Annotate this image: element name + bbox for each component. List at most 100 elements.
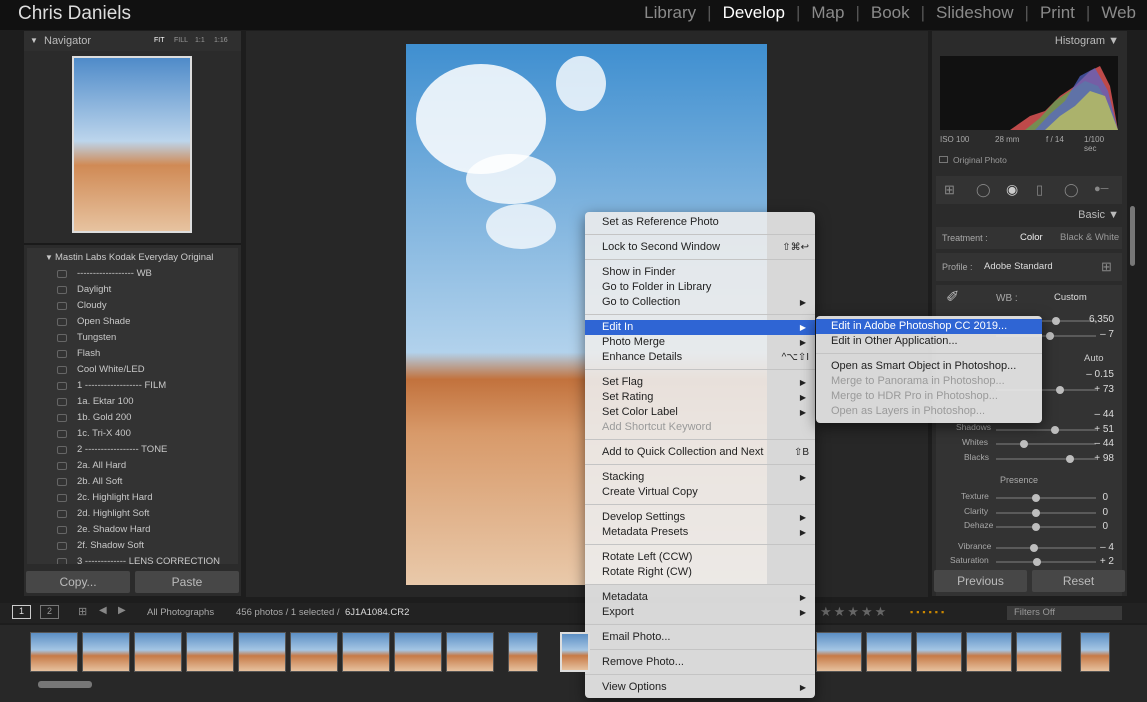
saturation-value[interactable]: + 2 (1100, 556, 1114, 567)
context-menu-item[interactable]: Export ▶ (585, 605, 815, 620)
blacks-slider[interactable] (996, 455, 1096, 463)
preset-item[interactable]: 1b. Gold 200 (77, 412, 131, 423)
preset-item[interactable]: 2c. Highlight Hard (77, 492, 153, 503)
submenu-item[interactable]: Edit in Adobe Photoshop CC 2019... (816, 319, 1042, 334)
clarity-value[interactable]: 0 (1102, 507, 1108, 518)
whites-value[interactable]: – 44 (1095, 438, 1114, 449)
filmstrip-thumbnail[interactable] (816, 632, 862, 672)
contrast-value[interactable]: + 73 (1094, 384, 1114, 395)
temp-value[interactable]: 6,350 (1089, 314, 1114, 325)
context-menu-item[interactable]: Enhance Details ^⌥⇧I (585, 350, 815, 365)
preset-item[interactable]: Cloudy (77, 300, 107, 311)
dehaze-slider[interactable] (996, 523, 1096, 531)
exposure-value[interactable]: – 0.15 (1086, 369, 1114, 380)
preset-item[interactable]: 3 ------------- LENS CORRECTION (77, 556, 220, 564)
preset-item[interactable]: 2a. All Hard (77, 460, 126, 471)
context-menu-item[interactable]: Go to Folder in Library (585, 280, 815, 295)
module-map[interactable]: Map (800, 3, 855, 23)
context-menu-item[interactable]: Set Flag ▶ (585, 375, 815, 390)
preset-eye-icon[interactable] (57, 478, 67, 486)
preset-item[interactable]: Cool White/LED (77, 364, 145, 375)
filter-dropdown[interactable]: Filters Off (1007, 606, 1122, 620)
zoom-1-16[interactable]: 1:16 (214, 37, 228, 44)
context-menu-item[interactable]: Create Virtual Copy (585, 485, 815, 500)
module-develop[interactable]: Develop (712, 3, 796, 23)
filmstrip-scrollbar[interactable] (38, 681, 92, 688)
collapse-triangle-icon[interactable]: ▼ (30, 36, 38, 45)
navigator-preview[interactable] (72, 56, 192, 233)
context-menu-item[interactable]: Lock to Second Window ⇧⌘↩ (585, 240, 815, 255)
filmstrip-thumbnail[interactable] (1080, 632, 1110, 672)
preset-item[interactable]: Open Shade (77, 316, 130, 327)
previous-button[interactable]: Previous (934, 570, 1027, 592)
preset-eye-icon[interactable] (57, 350, 67, 358)
forward-arrow-icon[interactable]: ▶ (118, 605, 126, 616)
graduated-filter-icon[interactable]: ▯ (1036, 182, 1043, 198)
preset-item[interactable]: ------------------ WB (77, 268, 152, 279)
context-menu-item[interactable]: Set Color Label ▶ (585, 405, 815, 420)
zoom-1-1[interactable]: 1:1 (195, 37, 205, 44)
filmstrip-thumbnail[interactable] (446, 632, 494, 672)
preset-item[interactable]: 2b. All Soft (77, 476, 122, 487)
treatment-color[interactable]: Color (1020, 232, 1043, 243)
filmstrip-thumbnail[interactable] (966, 632, 1012, 672)
grid-view-icon[interactable]: ⊞ (78, 605, 87, 618)
highlights-value[interactable]: – 44 (1095, 409, 1114, 420)
context-menu-item[interactable]: Go to Collection ▶ (585, 295, 815, 310)
preset-eye-icon[interactable] (57, 430, 67, 438)
vibrance-slider[interactable] (996, 544, 1096, 552)
crop-tool-icon[interactable]: ⊞ (944, 182, 955, 198)
context-menu-item[interactable]: Set Rating ▶ (585, 390, 815, 405)
filmstrip-filename[interactable]: 6J1A1084.CR2 (345, 607, 409, 618)
preset-eye-icon[interactable] (57, 414, 67, 422)
original-photo-checkbox[interactable] (939, 156, 948, 163)
context-menu-item[interactable]: Develop Settings ▶ (585, 510, 815, 525)
profile-browser-icon[interactable]: ⊞ (1101, 259, 1112, 275)
red-eye-icon[interactable]: ◉ (1006, 181, 1018, 198)
profile-dropdown[interactable]: Adobe Standard (984, 261, 1053, 272)
preset-eye-icon[interactable] (57, 270, 67, 278)
auto-tone-button[interactable]: Auto (1084, 353, 1104, 364)
preset-eye-icon[interactable] (57, 446, 67, 454)
spot-removal-icon[interactable]: ◯ (976, 182, 991, 198)
preset-eye-icon[interactable] (57, 334, 67, 342)
preset-group-title[interactable]: Mastin Labs Kodak Everyday Original (55, 252, 213, 263)
preset-eye-icon[interactable] (57, 382, 67, 390)
saturation-slider[interactable] (996, 558, 1096, 566)
basic-header[interactable]: Basic ▼ (1078, 209, 1119, 221)
right-panel-scrollbar[interactable] (1130, 206, 1135, 266)
preset-eye-icon[interactable] (57, 318, 67, 326)
histogram-header[interactable]: Histogram ▼ (1055, 35, 1119, 47)
filmstrip-thumbnail[interactable] (186, 632, 234, 672)
filmstrip-thumbnail[interactable] (560, 632, 590, 672)
preset-item[interactable]: Tungsten (77, 332, 116, 343)
filmstrip-thumbnail[interactable] (134, 632, 182, 672)
context-menu-item[interactable]: View Options ▶ (585, 680, 815, 695)
context-menu-item[interactable]: Rotate Right (CW) (585, 565, 815, 580)
tint-value[interactable]: – 7 (1100, 329, 1114, 340)
module-library[interactable]: Library (633, 3, 707, 23)
copy-button[interactable]: Copy... (26, 571, 130, 593)
submenu-item[interactable]: Edit in Other Application... (816, 334, 1042, 349)
filmstrip-source[interactable]: All Photographs (147, 607, 214, 618)
preset-eye-icon[interactable] (57, 494, 67, 502)
preset-eye-icon[interactable] (57, 462, 67, 470)
context-menu-item[interactable]: Email Photo... (585, 630, 815, 645)
preset-item[interactable]: 2e. Shadow Hard (77, 524, 150, 535)
preset-item[interactable]: Daylight (77, 284, 111, 295)
preset-eye-icon[interactable] (57, 286, 67, 294)
filmstrip-thumbnail[interactable] (238, 632, 286, 672)
whites-slider[interactable] (996, 440, 1096, 448)
primary-window-icon[interactable]: 1 (12, 605, 31, 619)
context-menu-item[interactable]: Remove Photo... (585, 655, 815, 670)
paste-button[interactable]: Paste (135, 571, 239, 593)
wb-eyedropper-icon[interactable]: ✐ (946, 287, 959, 307)
filmstrip-thumbnail[interactable] (30, 632, 78, 672)
preset-item[interactable]: 1a. Ektar 100 (77, 396, 134, 407)
filmstrip-thumbnail[interactable] (290, 632, 338, 672)
shadows-slider[interactable] (996, 426, 1096, 434)
context-menu-item[interactable]: Metadata ▶ (585, 590, 815, 605)
context-menu-item[interactable]: Photo Merge ▶ (585, 335, 815, 350)
filmstrip-thumbnail[interactable] (1016, 632, 1062, 672)
dehaze-value[interactable]: 0 (1102, 521, 1108, 532)
